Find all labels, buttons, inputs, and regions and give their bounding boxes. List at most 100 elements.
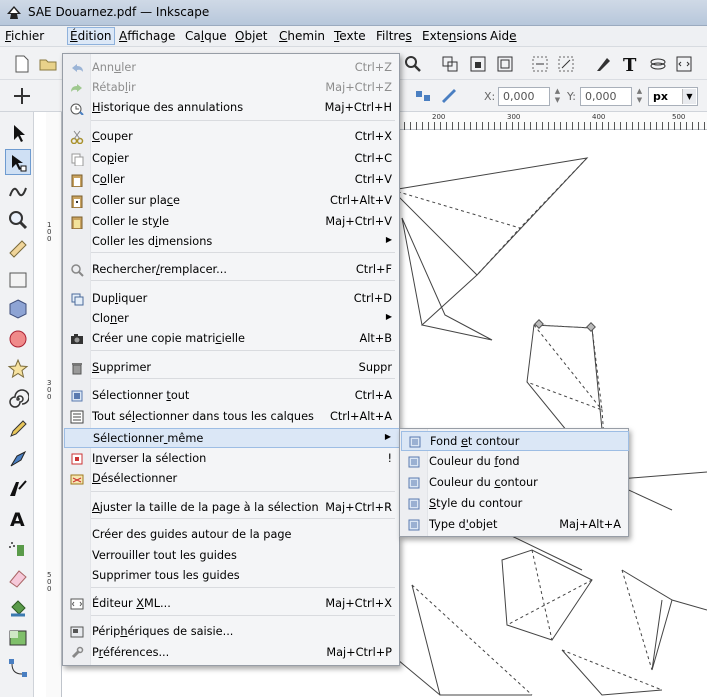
menu-item-verrouiller-tout-les-guides[interactable]: Verrouiller tout les guides (64, 546, 400, 566)
spray-tool-icon[interactable] (5, 535, 31, 561)
submenu-item-couleur-du-contour[interactable]: Couleur du contour (401, 473, 629, 493)
text-font-icon[interactable]: T (618, 52, 642, 76)
y-spinner[interactable]: ▲ ▼ (634, 87, 645, 106)
menu-texte[interactable]: Texte (331, 29, 369, 43)
menu-item-historique-des-annulations[interactable]: Historique des annulations Maj+Ctrl+H (64, 98, 400, 118)
menu-item-coller-sur-place[interactable]: Coller sur place Ctrl+Alt+V (64, 191, 400, 211)
group-icon[interactable] (438, 52, 462, 76)
transform-icon[interactable] (554, 52, 578, 76)
submenu-arrow-icon: ▶ (384, 432, 391, 441)
menu-item-label: Verrouiller tout les guides (92, 549, 237, 562)
pencil-tool-icon[interactable] (5, 416, 31, 442)
menu-chemin[interactable]: Chemin (276, 29, 328, 43)
x-coordinate-field[interactable]: 0,000 (498, 87, 550, 106)
submenu-item-type-d-objet[interactable]: Type d'objet Maj+Alt+A (401, 515, 629, 535)
menu-item-inverser-la-sélection[interactable]: Inverser la sélection! (64, 449, 400, 469)
transform-objects-icon[interactable] (437, 84, 461, 108)
xml-editor-toolbar-icon[interactable] (672, 52, 696, 76)
menu-objet[interactable]: Objet (232, 29, 271, 43)
menu-item-label: Coller le style (92, 215, 170, 228)
rectangle-tool-icon[interactable] (5, 267, 31, 293)
menu-extensions[interactable]: Extensions (419, 29, 490, 43)
open-folder-icon[interactable] (36, 52, 60, 76)
vertical-ruler: 100 300 500 (46, 112, 62, 697)
star-tool-icon[interactable] (5, 356, 31, 382)
menu-item-désélectionner[interactable]: Désélectionner (64, 469, 400, 489)
menu-item-label: Coller (92, 173, 125, 186)
triangle-shape (390, 157, 589, 276)
paint-bucket-tool-icon[interactable] (5, 595, 31, 621)
spiral-tool-icon[interactable] (5, 386, 31, 412)
select-same-icon (409, 436, 421, 448)
pen-tool-icon[interactable] (5, 446, 31, 472)
snap-toggle-icon[interactable] (10, 84, 34, 108)
input-devices-icon (70, 626, 84, 638)
fill-stroke-icon[interactable] (592, 52, 616, 76)
menu-item-shortcut: Ctrl+Alt+A (329, 410, 392, 423)
menu-item-sélectionner-même[interactable]: Sélectionner même ▶ (64, 428, 400, 448)
menu-fichier[interactable]: Fichier (2, 29, 47, 43)
calligraphy-tool-icon[interactable] (5, 475, 31, 501)
node-tool-icon[interactable] (5, 149, 31, 175)
menu-item-supprimer-tous-les-guides[interactable]: Supprimer tous les guides (64, 566, 400, 586)
menu-item-coller-le-style[interactable]: Coller le style Maj+Ctrl+V (64, 212, 400, 232)
measure-tool-icon[interactable] (5, 236, 31, 262)
menu-item-rétablir[interactable]: Rétablir Maj+Ctrl+Z (64, 78, 400, 98)
menu-item-cloner[interactable]: Cloner ▶ (64, 309, 400, 329)
submenu-item-label: Type d'objet (429, 518, 498, 531)
menu-item-périphériques-de-saisie[interactable]: Périphériques de saisie... (64, 622, 400, 642)
transform-stroke-icon[interactable] (411, 84, 435, 108)
menu-item-label: Historique des annulations (92, 101, 244, 114)
submenu-item-fond-et-contour[interactable]: Fond et contour (401, 431, 629, 451)
submenu-item-style-du-contour[interactable]: Style du contour (401, 494, 629, 514)
ellipse-tool-icon[interactable] (5, 326, 31, 352)
menu-item-éditeur-xml[interactable]: Éditeur XML... Maj+Ctrl+X (64, 594, 400, 614)
text-tool-icon[interactable]: A (5, 505, 31, 531)
unit-select[interactable]: px ▼ (648, 87, 698, 106)
connector-tool-icon[interactable] (5, 655, 31, 681)
menu-item-couper[interactable]: Couper Ctrl+X (64, 127, 400, 147)
menu-affichage[interactable]: Affichage (116, 29, 178, 43)
inkscape-logo-icon (7, 6, 21, 19)
menu-separator (91, 491, 395, 492)
menu-item-coller[interactable]: Coller Ctrl+V (64, 170, 400, 190)
menu-calque[interactable]: Calque (182, 29, 230, 43)
menu-separator (91, 518, 395, 519)
menu-item-coller-les-dimensions[interactable]: Coller les dimensions ▶ (64, 232, 400, 252)
new-document-icon[interactable] (10, 52, 34, 76)
zoom-drawing-icon[interactable] (401, 52, 425, 76)
y-coordinate-field[interactable]: 0,000 (580, 87, 632, 106)
menu-item-annuler[interactable]: Annuler Ctrl+Z (64, 58, 400, 78)
ungroup-icon[interactable] (493, 52, 517, 76)
submenu-item-couleur-du-fond[interactable]: Couleur du fond (401, 452, 629, 472)
preferences-icon (71, 646, 84, 659)
menu-item-ajuster-la-taille-de-la-page-à-la-sélection[interactable]: Ajuster la taille de la page à la sélect… (64, 498, 400, 518)
menu-item-supprimer[interactable]: Supprimer Suppr (64, 358, 400, 378)
gradient-tool-icon[interactable] (5, 625, 31, 651)
eraser-tool-icon[interactable] (5, 565, 31, 591)
xml-editor-icon (70, 598, 84, 610)
3d-box-tool-icon[interactable] (5, 296, 31, 322)
menu-aide[interactable]: Aide (487, 29, 520, 43)
menu-item-rechercher-remplacer[interactable]: Rechercher/remplacer... Ctrl+F (64, 260, 400, 280)
menu-item-tout-sélectionner-dans-tous-les-calques[interactable]: Tout sélectionner dans tous les calques C… (64, 407, 400, 427)
x-spinner[interactable]: ▲ ▼ (552, 87, 563, 106)
tweak-tool-icon[interactable] (5, 178, 31, 204)
menu-item-créer-une-copie-matricielle[interactable]: Créer une copie matricielle Alt+B (64, 329, 400, 349)
align-icon[interactable] (528, 52, 552, 76)
menu-filtres[interactable]: Filtres (373, 29, 415, 43)
menu-item-label: Coller les dimensions (92, 235, 213, 248)
svg-text:T: T (623, 55, 637, 74)
menu-item-shortcut: Ctrl+Alt+V (329, 194, 392, 207)
lock-group-icon[interactable] (466, 52, 490, 76)
menu-item-shortcut: Maj+Ctrl+V (325, 215, 392, 228)
menu-item-dupliquer[interactable]: Dupliquer Ctrl+D (64, 289, 400, 309)
menu-item-créer-des-guides-autour-de-la-page[interactable]: Créer des guides autour de la page (64, 525, 400, 545)
menu-item-préférences[interactable]: Préférences... Maj+Ctrl+P (64, 643, 400, 663)
selector-tool-icon[interactable] (5, 120, 31, 146)
menu-item-sélectionner-tout[interactable]: Sélectionner tout Ctrl+A (64, 386, 400, 406)
menu-edition[interactable]: Édition (67, 27, 115, 45)
zoom-tool-icon[interactable] (5, 207, 31, 233)
menu-item-copier[interactable]: Copier Ctrl+C (64, 149, 400, 169)
layers-icon[interactable] (646, 52, 670, 76)
